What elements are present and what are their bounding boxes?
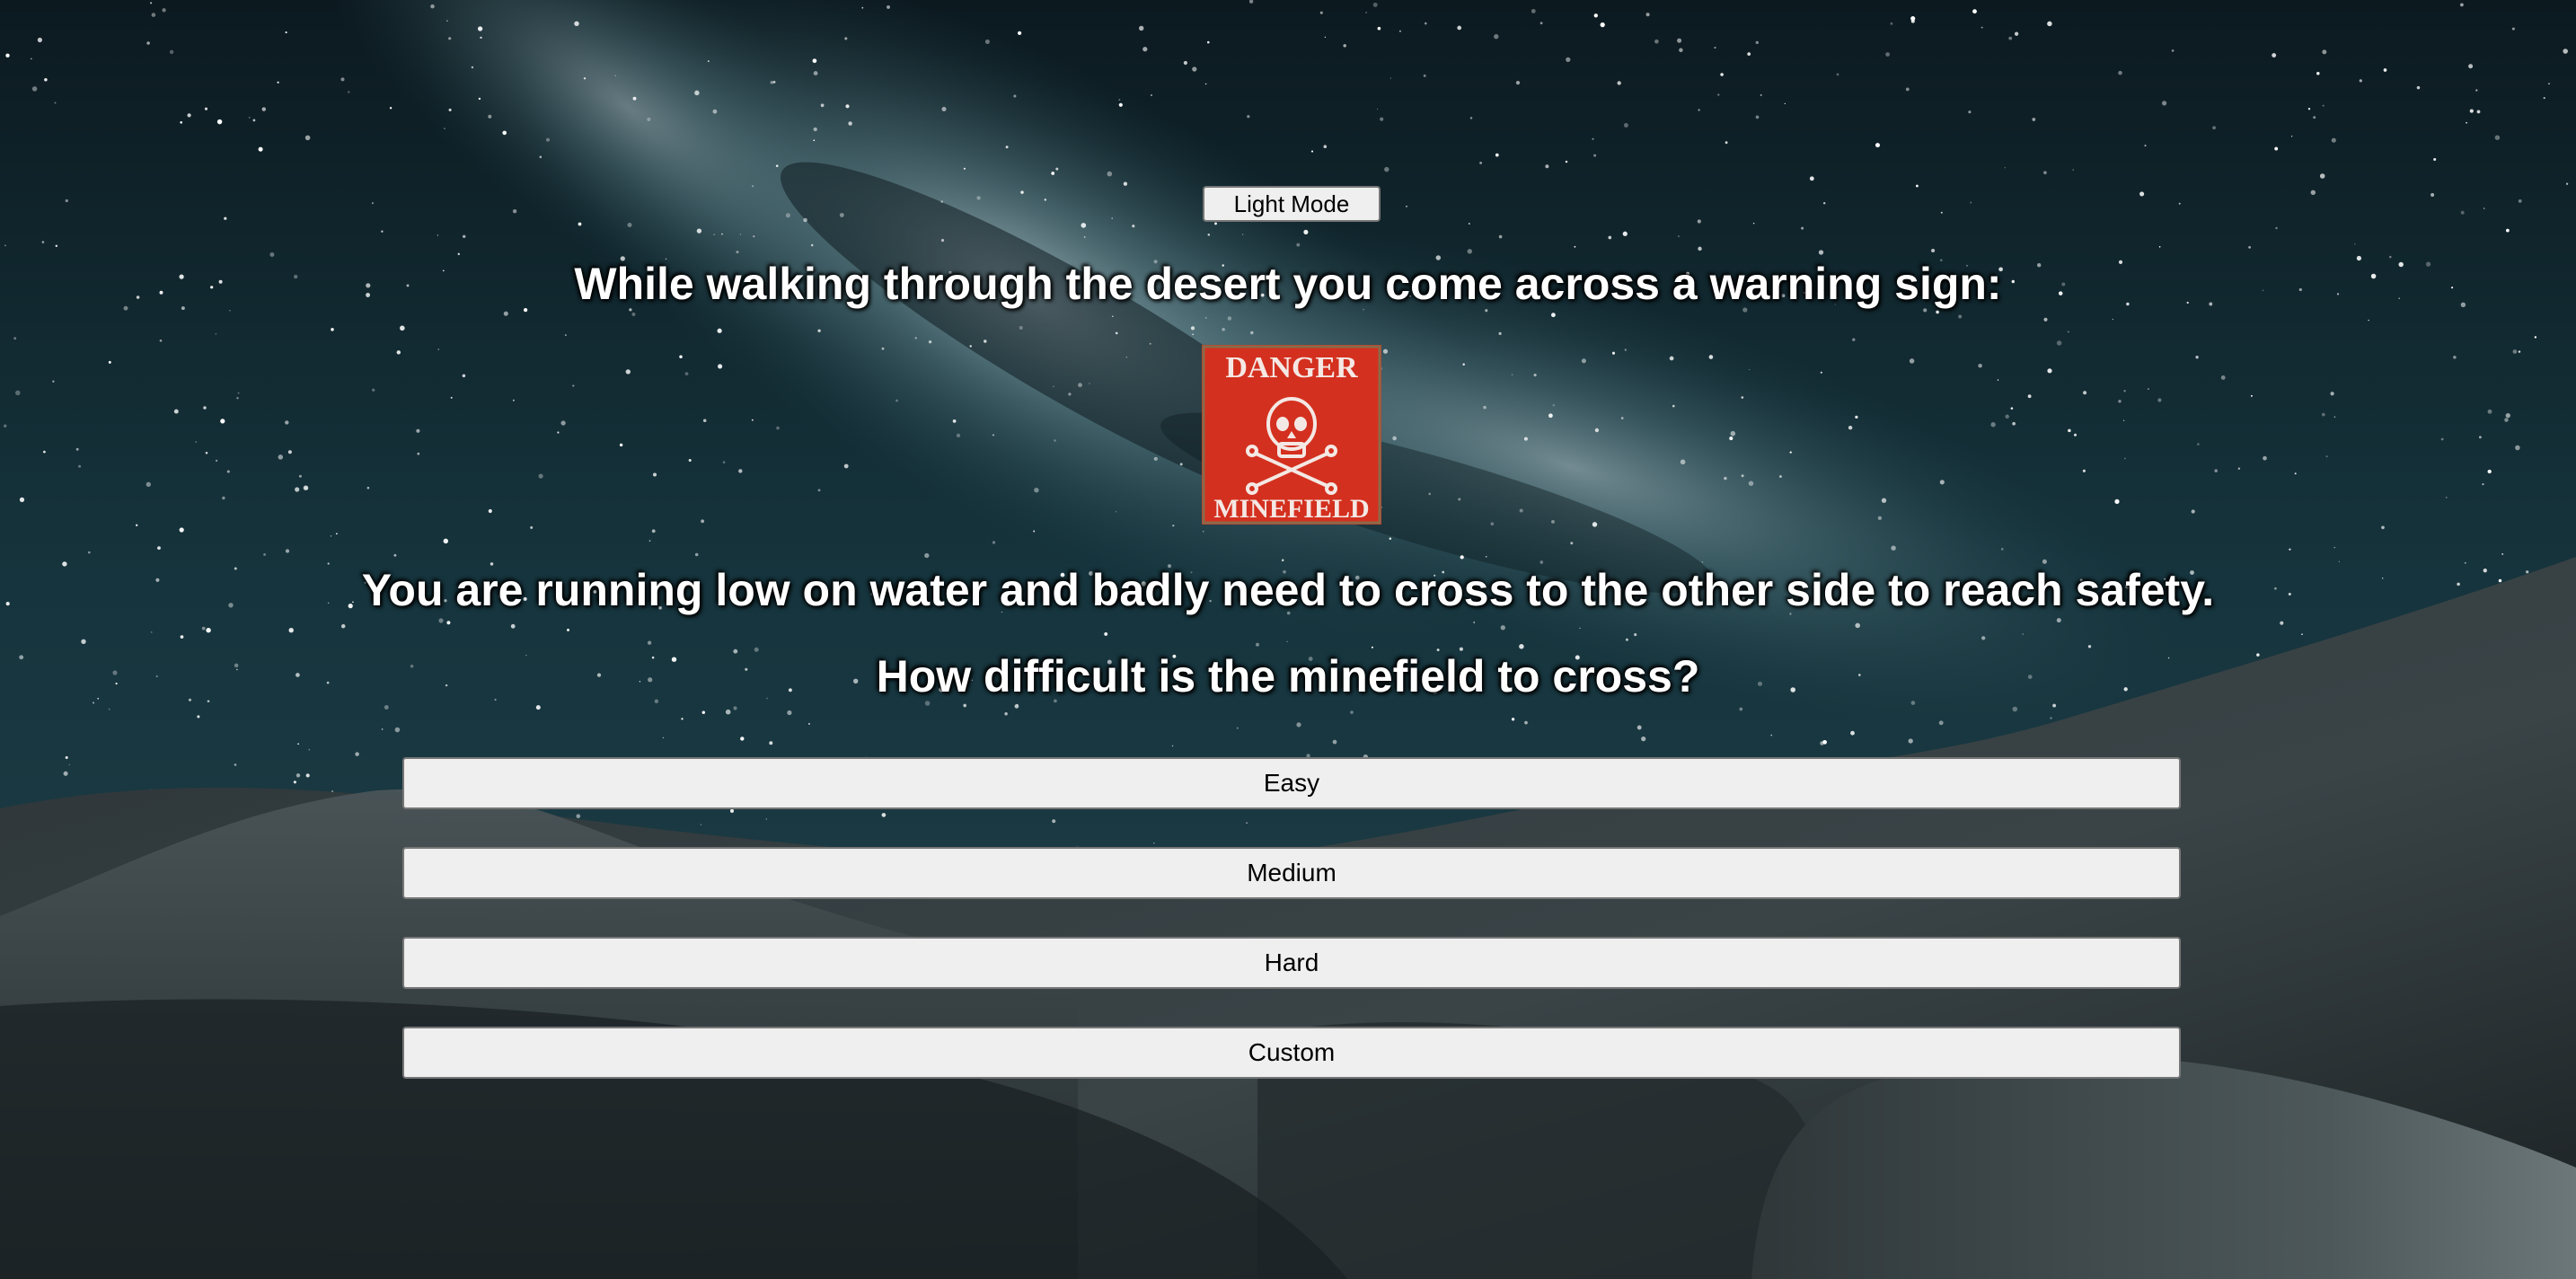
game-screen: Light Mode While walking through the des…	[0, 0, 2576, 1279]
difficulty-medium-button[interactable]: Medium	[402, 847, 2181, 899]
difficulty-custom-button[interactable]: Custom	[402, 1027, 2181, 1079]
sign-bottom-text: MINEFIELD	[1213, 494, 1369, 524]
story-text: You are running low on water and badly n…	[361, 565, 2215, 615]
light-mode-toggle-button[interactable]: Light Mode	[1203, 186, 1381, 222]
difficulty-question: How difficult is the minefield to cross?	[876, 651, 1700, 701]
difficulty-easy-button[interactable]: Easy	[402, 757, 2181, 809]
danger-minefield-sign-image: DANGER MINEFIELD	[1202, 345, 1381, 525]
difficulty-hard-button[interactable]: Hard	[402, 937, 2181, 989]
intro-text: While walking through the desert you com…	[574, 259, 2002, 309]
sign-top-text: DANGER	[1225, 351, 1358, 384]
